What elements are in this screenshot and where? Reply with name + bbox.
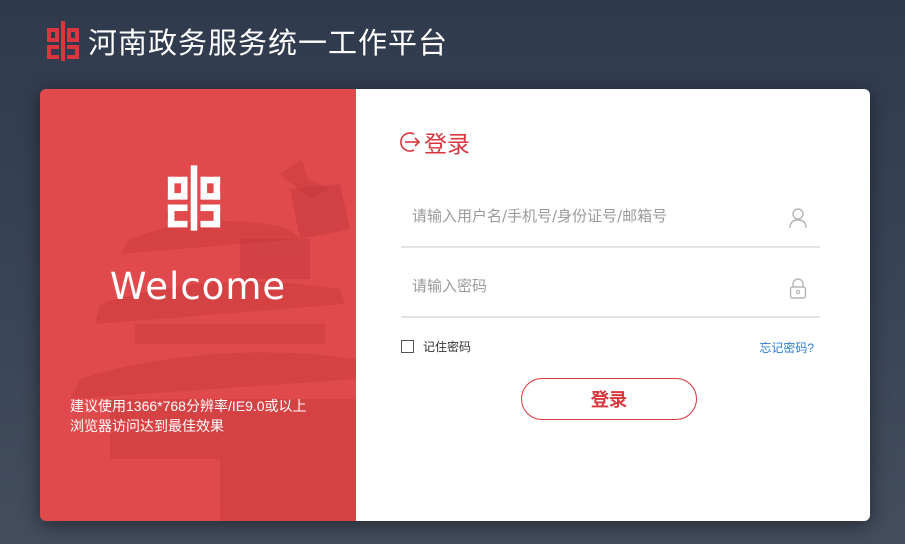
login-card: Welcome 建议使用1366*768分辨率/IE9.0或以上 浏览器访问达到… bbox=[40, 89, 870, 521]
page-header: 河南政务服务统一工作平台 bbox=[44, 18, 448, 64]
henan-gov-logo-icon bbox=[47, 21, 79, 61]
username-field bbox=[401, 196, 820, 248]
remember-password[interactable]: 记住密码 bbox=[401, 338, 471, 355]
password-input[interactable] bbox=[401, 266, 782, 306]
henan-gov-emblem-icon bbox=[167, 165, 221, 231]
browser-tip: 建议使用1366*768分辨率/IE9.0或以上 浏览器访问达到最佳效果 bbox=[70, 396, 330, 436]
password-field bbox=[401, 266, 820, 318]
welcome-text: Welcome bbox=[109, 265, 287, 308]
remember-password-checkbox[interactable] bbox=[401, 340, 414, 353]
login-form-panel: 登录 记住密码 忘记密码? 登录 bbox=[356, 89, 870, 521]
forgot-password-link[interactable]: 忘记密码? bbox=[759, 339, 814, 356]
browser-tip-line2: 浏览器访问达到最佳效果 bbox=[70, 418, 224, 434]
login-arrow-icon bbox=[400, 132, 421, 152]
username-input[interactable] bbox=[401, 196, 782, 236]
login-button[interactable]: 登录 bbox=[521, 378, 697, 420]
welcome-panel: Welcome 建议使用1366*768分辨率/IE9.0或以上 浏览器访问达到… bbox=[40, 89, 356, 521]
login-heading: 登录 bbox=[400, 125, 470, 159]
lock-icon bbox=[789, 278, 807, 299]
browser-tip-line1: 建议使用1366*768分辨率/IE9.0或以上 bbox=[70, 398, 307, 414]
login-heading-text: 登录 bbox=[424, 131, 470, 157]
user-icon bbox=[789, 208, 807, 229]
remember-password-label: 记住密码 bbox=[423, 340, 472, 354]
page-title: 河南政务服务统一工作平台 bbox=[88, 26, 449, 60]
